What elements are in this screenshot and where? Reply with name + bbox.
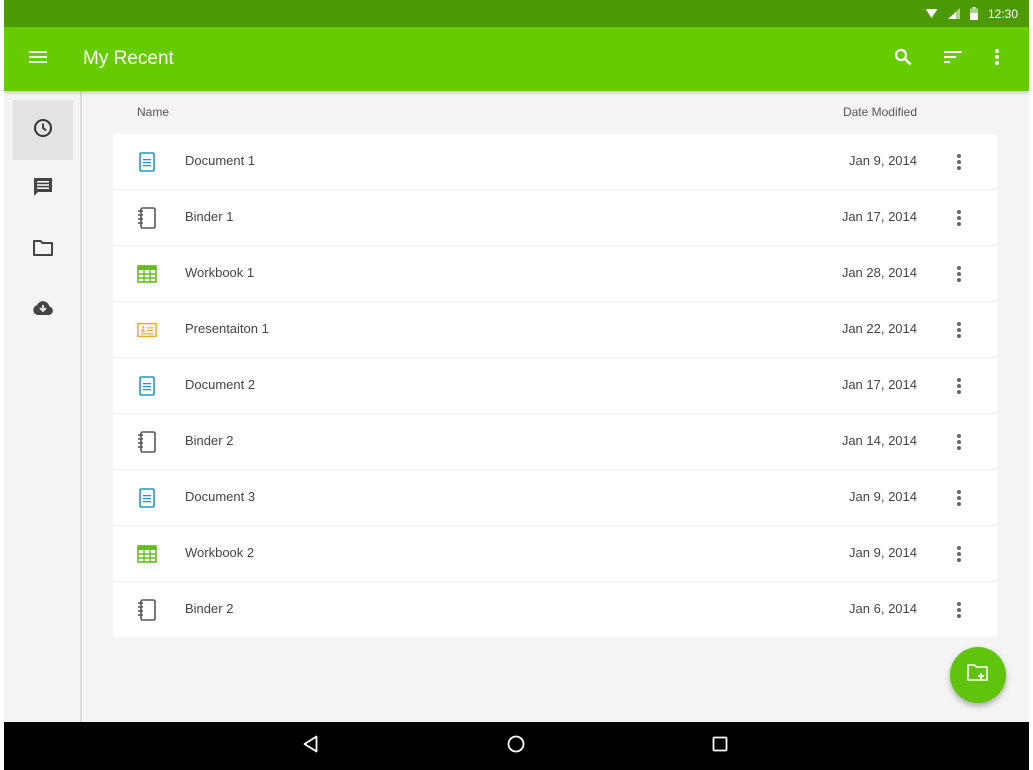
comments-icon <box>34 177 52 203</box>
file-date: Jan 9, 2014 <box>849 545 917 560</box>
app-bar: My Recent <box>4 27 1029 91</box>
wifi-icon <box>925 8 938 19</box>
document-icon <box>137 376 157 396</box>
more-vert-icon[interactable] <box>947 430 971 454</box>
file-name: Binder 1 <box>185 209 234 224</box>
file-name: Workbook 1 <box>185 265 255 280</box>
sidebar-item-offline[interactable] <box>13 280 73 340</box>
list-item[interactable]: Binder 2 Jan 6, 2014 <box>113 582 997 637</box>
document-icon <box>137 152 157 172</box>
file-date: Jan 9, 2014 <box>849 489 917 504</box>
system-navigation-bar <box>4 722 1029 770</box>
column-header-name[interactable]: Name <box>137 105 169 119</box>
document-icon <box>137 488 157 508</box>
file-name: Document 3 <box>185 489 256 504</box>
cloud-download-icon <box>32 300 54 321</box>
recents-button[interactable] <box>708 734 732 758</box>
more-vert-icon[interactable] <box>947 598 971 622</box>
folder-icon <box>33 239 53 261</box>
status-time: 12:30 <box>987 6 1018 21</box>
home-button[interactable] <box>504 734 528 758</box>
battery-icon <box>969 7 978 20</box>
status-bar: 12:30 <box>4 0 1029 27</box>
more-vert-icon[interactable] <box>947 206 971 230</box>
menu-button[interactable] <box>26 47 50 71</box>
list-item[interactable]: Binder 1 Jan 17, 2014 <box>113 190 997 246</box>
list-item[interactable]: Document 3 Jan 9, 2014 <box>113 470 997 526</box>
list-item[interactable]: Document 2 Jan 17, 2014 <box>113 358 997 414</box>
file-date: Jan 6, 2014 <box>849 601 917 616</box>
sidebar-item-recent[interactable] <box>13 100 73 160</box>
signal-icon <box>947 8 960 19</box>
back-icon <box>302 735 320 758</box>
new-folder-button[interactable] <box>950 647 1006 703</box>
file-name: Document 1 <box>185 153 256 168</box>
file-date: Jan 17, 2014 <box>841 209 917 224</box>
binder-icon <box>137 207 157 229</box>
sort-button[interactable] <box>941 47 965 71</box>
new-folder-icon <box>966 663 990 688</box>
file-list: Document 1 Jan 9, 2014 Binder 1 Jan 17, … <box>113 134 997 637</box>
recent-clock-icon <box>33 118 53 143</box>
more-vert-icon[interactable] <box>947 486 971 510</box>
file-name: Document 2 <box>185 377 256 392</box>
list-item[interactable]: Workbook 2 Jan 9, 2014 <box>113 526 997 582</box>
home-icon <box>507 735 525 758</box>
binder-icon <box>137 431 157 453</box>
file-date: Jan 9, 2014 <box>849 153 917 168</box>
workbook-icon <box>137 544 157 564</box>
file-list-panel: Name Date Modified Document 1 Jan 9, 201… <box>84 91 1029 722</box>
device-screen: 12:30 My Recent Name Date Modified Docum… <box>4 0 1029 770</box>
more-vert-icon[interactable] <box>947 318 971 342</box>
column-header-date[interactable]: Date Modified <box>843 105 917 119</box>
file-date: Jan 17, 2014 <box>841 377 917 392</box>
list-item[interactable]: Document 1 Jan 9, 2014 <box>113 134 997 190</box>
file-name: Binder 2 <box>185 601 234 616</box>
sidebar-item-folders[interactable] <box>13 220 73 280</box>
file-name: Presentaiton 1 <box>185 321 269 336</box>
recents-icon <box>712 736 728 757</box>
more-vert-icon <box>995 48 999 70</box>
list-item[interactable]: Binder 2 Jan 14, 2014 <box>113 414 997 470</box>
binder-icon <box>137 599 157 621</box>
search-icon <box>894 48 912 71</box>
presentation-icon <box>137 320 157 340</box>
more-vert-icon[interactable] <box>947 262 971 286</box>
file-name: Binder 2 <box>185 433 234 448</box>
list-item[interactable]: Presentaiton 1 Jan 22, 2014 <box>113 302 997 358</box>
sidebar-item-comments[interactable] <box>13 160 73 220</box>
file-name: Workbook 2 <box>185 545 255 560</box>
more-vert-icon[interactable] <box>947 374 971 398</box>
overflow-menu-button[interactable] <box>985 47 1009 71</box>
workbook-icon <box>137 264 157 284</box>
search-button[interactable] <box>891 47 915 71</box>
hamburger-menu-icon <box>29 50 47 68</box>
sort-icon <box>944 50 962 68</box>
list-item[interactable]: Workbook 1 Jan 28, 2014 <box>113 246 997 302</box>
file-date: Jan 22, 2014 <box>841 321 917 336</box>
sidebar <box>4 91 82 722</box>
more-vert-icon[interactable] <box>947 150 971 174</box>
more-vert-icon[interactable] <box>947 542 971 566</box>
page-title: My Recent <box>83 48 174 69</box>
file-date: Jan 14, 2014 <box>841 433 917 448</box>
back-button[interactable] <box>299 734 323 758</box>
file-date: Jan 28, 2014 <box>841 265 917 280</box>
